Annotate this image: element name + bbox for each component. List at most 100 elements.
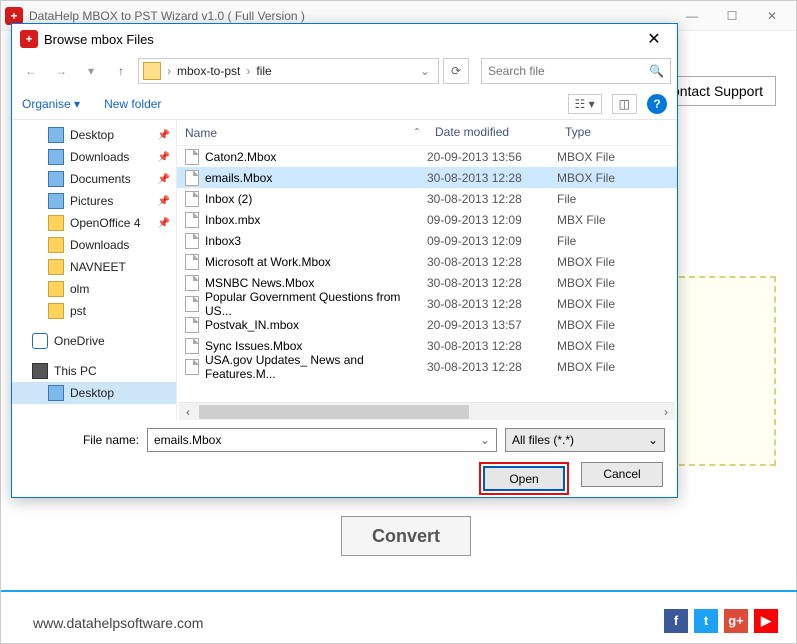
open-button[interactable]: Open (483, 466, 565, 491)
dialog-toolbar: Organise ▾ New folder ☷ ▾ ◫ ? (12, 88, 677, 120)
file-type: MBX File (557, 213, 677, 227)
chevron-down-icon[interactable]: ⌄ (480, 433, 490, 447)
tree-item-label: Downloads (70, 238, 129, 252)
tree-item-label: OneDrive (54, 334, 105, 348)
pin-icon: 📌 (158, 152, 170, 163)
tree-item[interactable]: Documents📌 (12, 168, 176, 190)
nav-up-button[interactable]: ↑ (108, 58, 134, 84)
nav-recent-button[interactable]: ▾ (78, 58, 104, 84)
folder-tree[interactable]: Desktop📌Downloads📌Documents📌Pictures📌Ope… (12, 120, 177, 420)
dialog-close-button[interactable]: ✕ (639, 29, 669, 49)
filename-input[interactable] (154, 433, 480, 447)
tree-item[interactable]: Desktop📌 (12, 124, 176, 146)
file-date: 30-08-2013 12:28 (427, 171, 557, 185)
dialog-navbar: ← → ▾ ↑ › mbox-to-pst › file ⌄ ⟳ 🔍 (12, 54, 677, 88)
convert-button[interactable]: Convert (341, 516, 471, 556)
twitter-icon[interactable]: t (694, 609, 718, 633)
file-date: 30-08-2013 12:28 (427, 360, 557, 374)
file-icon (185, 296, 199, 312)
scroll-left-icon[interactable]: ‹ (179, 403, 197, 421)
tree-item[interactable]: Desktop (12, 382, 176, 404)
file-icon (185, 212, 199, 228)
breadcrumb[interactable]: › mbox-to-pst › file ⌄ (138, 58, 439, 84)
chevron-down-icon[interactable]: ⌄ (416, 64, 434, 78)
blue-icon (48, 127, 64, 143)
help-button[interactable]: ? (647, 94, 667, 114)
scroll-right-icon[interactable]: › (657, 403, 675, 421)
file-list[interactable]: Caton2.Mbox20-09-2013 13:56MBOX File emai… (177, 146, 677, 402)
organise-menu[interactable]: Organise ▾ (22, 97, 80, 111)
breadcrumb-seg[interactable]: file (256, 64, 271, 78)
maximize-button[interactable]: ☐ (712, 2, 752, 30)
social-links: f t g+ ▶ (664, 609, 778, 633)
file-name: Postvak_IN.mbox (205, 318, 299, 332)
file-date: 30-08-2013 12:28 (427, 255, 557, 269)
tree-item-label: Desktop (70, 128, 114, 142)
sort-asc-icon: ˆ (415, 126, 419, 140)
file-type-filter[interactable]: All files (*.*)⌄ (505, 428, 665, 452)
tree-item[interactable]: Downloads (12, 234, 176, 256)
search-box[interactable]: 🔍 (481, 58, 671, 84)
horizontal-scrollbar[interactable]: ‹ › (179, 402, 675, 420)
googleplus-icon[interactable]: g+ (724, 609, 748, 633)
tree-item[interactable]: pst (12, 300, 176, 322)
app-title: DataHelp MBOX to PST Wizard v1.0 ( Full … (29, 9, 672, 23)
minimize-button[interactable]: — (672, 2, 712, 30)
file-icon (185, 359, 199, 375)
file-icon (185, 317, 199, 333)
file-date: 09-09-2013 12:09 (427, 234, 557, 248)
tree-item[interactable]: OneDrive (12, 330, 176, 352)
cancel-button[interactable]: Cancel (581, 462, 663, 487)
view-mode-button[interactable]: ☷ ▾ (568, 94, 602, 114)
file-row[interactable]: emails.Mbox30-08-2013 12:28MBOX File (177, 167, 677, 188)
file-name: emails.Mbox (205, 171, 272, 185)
nav-forward-button[interactable]: → (48, 58, 74, 84)
tree-item[interactable]: OpenOffice 4📌 (12, 212, 176, 234)
youtube-icon[interactable]: ▶ (754, 609, 778, 633)
tree-item[interactable]: This PC (12, 360, 176, 382)
file-type: MBOX File (557, 360, 677, 374)
monitor-icon (32, 363, 48, 379)
chevron-down-icon: ⌄ (648, 433, 658, 447)
breadcrumb-seg[interactable]: mbox-to-pst (177, 64, 240, 78)
file-row[interactable]: Inbox309-09-2013 12:09File (177, 230, 677, 251)
app-close-button[interactable]: ✕ (752, 2, 792, 30)
nav-back-button[interactable]: ← (18, 58, 44, 84)
filename-combobox[interactable]: ⌄ (147, 428, 497, 452)
facebook-icon[interactable]: f (664, 609, 688, 633)
file-row[interactable]: USA.gov Updates_ News and Features.M...3… (177, 356, 677, 377)
file-list-headers[interactable]: Nameˆ Date modified Type (177, 120, 677, 146)
file-name: Sync Issues.Mbox (205, 339, 302, 353)
file-date: 30-08-2013 12:28 (427, 339, 557, 353)
dialog-icon: + (20, 30, 38, 48)
file-row[interactable]: Popular Government Questions from US...3… (177, 293, 677, 314)
filename-label: File name: (24, 433, 139, 447)
file-row[interactable]: Postvak_IN.mbox20-09-2013 13:57MBOX File (177, 314, 677, 335)
tree-item-label: OpenOffice 4 (70, 216, 141, 230)
file-name: Inbox3 (205, 234, 241, 248)
file-row[interactable]: Inbox.mbx09-09-2013 12:09MBX File (177, 209, 677, 230)
file-row[interactable]: Caton2.Mbox20-09-2013 13:56MBOX File (177, 146, 677, 167)
new-folder-button[interactable]: New folder (104, 97, 161, 111)
file-name: Popular Government Questions from US... (205, 290, 427, 318)
folder-icon (48, 215, 64, 231)
tree-item[interactable]: olm (12, 278, 176, 300)
file-date: 30-08-2013 12:28 (427, 276, 557, 290)
file-row[interactable]: Microsoft at Work.Mbox30-08-2013 12:28MB… (177, 251, 677, 272)
tree-item-label: NAVNEET (70, 260, 126, 274)
scrollbar-thumb[interactable] (199, 405, 469, 419)
tree-item[interactable]: NAVNEET (12, 256, 176, 278)
folder-icon (48, 303, 64, 319)
search-input[interactable] (482, 59, 670, 83)
chevron-right-icon: › (242, 64, 254, 78)
footer-url[interactable]: www.datahelpsoftware.com (33, 615, 203, 631)
cloud-icon (32, 333, 48, 349)
file-name: Microsoft at Work.Mbox (205, 255, 331, 269)
refresh-button[interactable]: ⟳ (443, 58, 469, 84)
tree-item[interactable]: Pictures📌 (12, 190, 176, 212)
tree-item[interactable]: Downloads📌 (12, 146, 176, 168)
file-row[interactable]: Inbox (2)30-08-2013 12:28File (177, 188, 677, 209)
dialog-controls: File name: ⌄ All files (*.*)⌄ Open Cance… (12, 420, 677, 503)
pin-icon: 📌 (158, 174, 170, 185)
preview-pane-button[interactable]: ◫ (612, 94, 637, 114)
